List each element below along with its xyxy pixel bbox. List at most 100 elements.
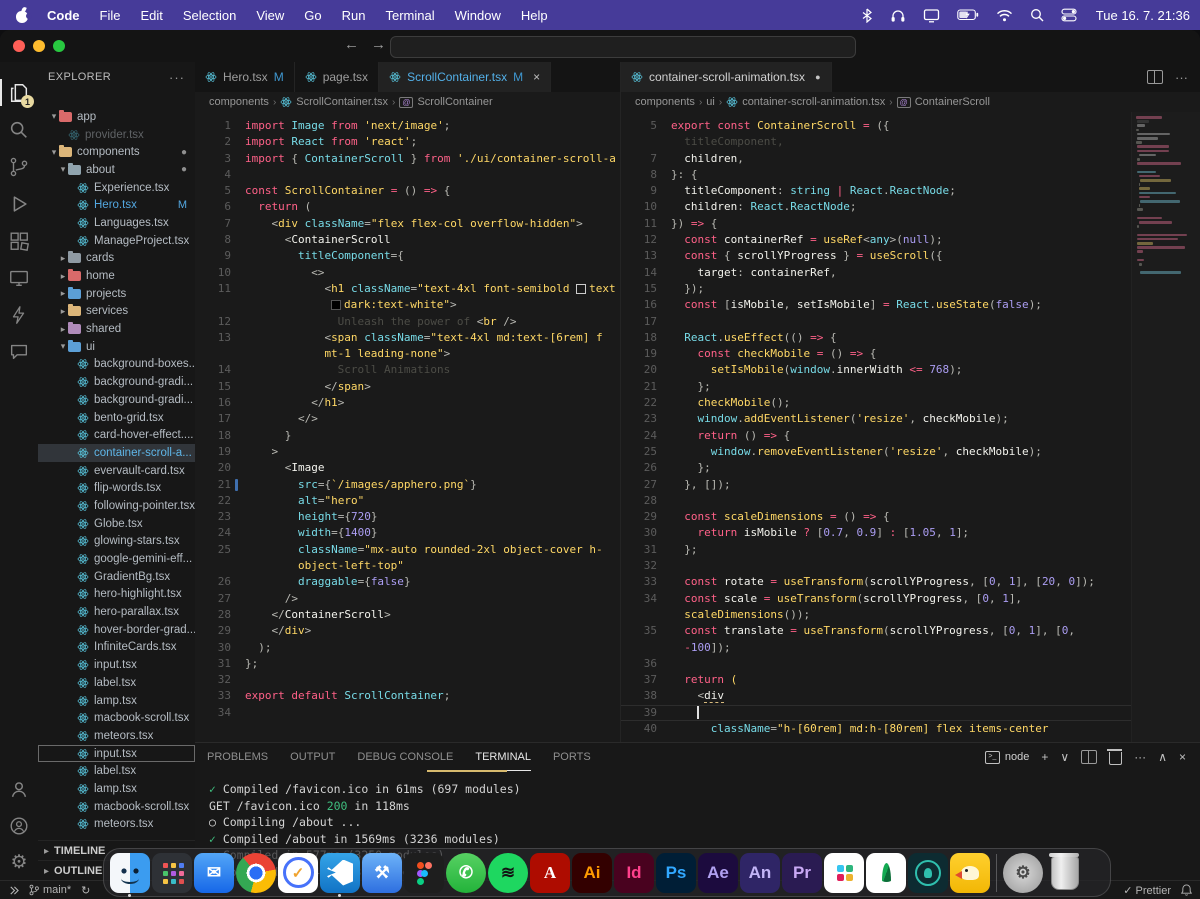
code-line[interactable]: 10children: React.ReactNode; <box>621 199 1132 215</box>
zoom-window-button[interactable] <box>53 40 65 52</box>
breadcrumb-item[interactable]: components <box>635 96 695 108</box>
panel-tab-ports[interactable]: PORTS <box>553 743 591 771</box>
dock-octopus-app-icon[interactable] <box>908 853 948 893</box>
titlebar[interactable]: ← → <box>0 30 1200 63</box>
code-line[interactable]: 32 <box>621 558 1132 574</box>
dock-finder-icon[interactable] <box>110 853 150 893</box>
headphones-icon[interactable] <box>890 8 906 23</box>
code-line[interactable]: 11}) => { <box>621 216 1132 232</box>
search-icon[interactable] <box>0 111 38 148</box>
menubar-clock[interactable]: Tue 16. 7. 21:36 <box>1096 8 1190 23</box>
code-line[interactable]: 16</h1> <box>195 395 620 411</box>
chat-icon[interactable] <box>0 333 38 370</box>
code-line[interactable]: 39 <box>621 705 1132 721</box>
code-line[interactable]: 31}; <box>621 542 1132 558</box>
code-line[interactable]: 26}; <box>621 460 1132 476</box>
code-line[interactable]: 29</div> <box>195 623 620 639</box>
sync-icon[interactable]: ↻ <box>81 884 90 897</box>
tree-folder-home[interactable]: ▸home <box>38 267 195 285</box>
code-line[interactable]: 10<> <box>195 265 620 281</box>
command-center-search[interactable] <box>390 36 856 58</box>
code-line[interactable]: 28</ContainerScroll> <box>195 607 620 623</box>
code-line[interactable]: titleComponent, <box>621 134 1132 150</box>
tab-hero.tsx[interactable]: Hero.tsxM <box>195 62 295 92</box>
tree-file-flip-words-tsx[interactable]: flip-words.tsx <box>38 479 195 497</box>
code-line[interactable]: 35const translate = useTransform(scrollY… <box>621 623 1132 639</box>
dock-acrobat-icon[interactable]: A <box>530 853 570 893</box>
code-line[interactable]: 22checkMobile(); <box>621 395 1132 411</box>
split-editor-icon[interactable] <box>1147 70 1163 84</box>
code-line[interactable]: 14target: containerRef, <box>621 265 1132 281</box>
dock-spotify-icon[interactable]: ≋ <box>488 853 528 893</box>
code-line[interactable]: 38<div <box>621 688 1132 704</box>
tree-file-label-tsx[interactable]: label.tsx <box>38 674 195 692</box>
breadcrumb-item[interactable]: ContainerScroll <box>915 96 990 108</box>
battery-icon[interactable] <box>957 9 979 21</box>
code-line[interactable]: 19const checkMobile = () => { <box>621 346 1132 362</box>
tree-file-google-gemini-eff-[interactable]: google-gemini-eff... <box>38 550 195 568</box>
dock-premiere-icon[interactable]: Pr <box>782 853 822 893</box>
code-line[interactable]: 1import Image from 'next/image'; <box>195 118 620 134</box>
code-line[interactable]: 32 <box>195 672 620 688</box>
tree-folder-app[interactable]: ▾app <box>38 108 195 126</box>
code-line[interactable]: 27}, []); <box>621 477 1132 493</box>
run-debug-icon[interactable] <box>0 185 38 222</box>
tree-folder-cards[interactable]: ▸cards <box>38 250 195 268</box>
tree-file-background-gradi-[interactable]: background-gradi... <box>38 391 195 409</box>
tree-file-glowing-stars-tsx[interactable]: glowing-stars.tsx <box>38 533 195 551</box>
code-line[interactable]: 12const containerRef = useRef<any>(null)… <box>621 232 1132 248</box>
dock-xcode-icon[interactable]: ⚒ <box>362 853 402 893</box>
explorer-more-icon[interactable]: ··· <box>169 70 185 85</box>
dock-vscode-icon[interactable] <box>320 853 360 893</box>
display-icon[interactable] <box>923 8 940 23</box>
prettier-status[interactable]: ✓ Prettier <box>1123 884 1171 897</box>
split-terminal-icon[interactable] <box>1081 750 1097 764</box>
tree-folder-ui[interactable]: ▾ui <box>38 338 195 356</box>
dock-figma-icon[interactable] <box>404 853 444 893</box>
tree-file-background-gradi-[interactable]: background-gradi... <box>38 373 195 391</box>
editor-more-icon[interactable]: ··· <box>1175 70 1188 85</box>
breadcrumb-item[interactable]: components <box>209 96 269 108</box>
tree-folder-projects[interactable]: ▸projects <box>38 285 195 303</box>
dock-indesign-icon[interactable]: Id <box>614 853 654 893</box>
code-line[interactable]: 40className="h-[60rem] md:h-[80rem] flex… <box>621 721 1132 737</box>
dock-animate-icon[interactable]: An <box>740 853 780 893</box>
code-line[interactable]: 5const ScrollContainer = () => { <box>195 183 620 199</box>
code-line[interactable]: 25window.removeEventListener('resize', c… <box>621 444 1132 460</box>
git-branch-item[interactable]: main* <box>29 884 71 896</box>
menu-run[interactable]: Run <box>332 8 376 23</box>
minimize-window-button[interactable] <box>33 40 45 52</box>
code-line[interactable]: 2import React from 'react'; <box>195 134 620 150</box>
remote-icon[interactable] <box>8 885 19 896</box>
tree-file-hero-parallax-tsx[interactable]: hero-parallax.tsx <box>38 603 195 621</box>
search-icon[interactable] <box>1030 8 1044 22</box>
code-line[interactable]: 34const scale = useTransform(scrollYProg… <box>621 591 1132 607</box>
extensions-icon[interactable] <box>0 222 38 259</box>
code-line[interactable]: 11<h1 className="text-4xl font-semibold … <box>195 281 620 297</box>
tree-folder-about[interactable]: ▾about● <box>38 161 195 179</box>
menu-edit[interactable]: Edit <box>130 8 172 23</box>
code-line[interactable]: 5export const ContainerScroll = ({ <box>621 118 1132 134</box>
nav-back-icon[interactable]: ← <box>344 36 359 53</box>
close-window-button[interactable] <box>13 40 25 52</box>
tree-file-manageproject-tsx[interactable]: ManageProject.tsx <box>38 232 195 250</box>
tree-file-macbook-scroll-tsx[interactable]: macbook-scroll.tsx <box>38 798 195 816</box>
account-icon[interactable] <box>0 770 38 807</box>
tree-file-background-boxes-[interactable]: background-boxes... <box>38 356 195 374</box>
breadcrumb-item[interactable]: ScrollContainer.tsx <box>296 96 388 108</box>
code-line[interactable]: 29const scaleDimensions = () => { <box>621 509 1132 525</box>
code-line[interactable]: 8}: { <box>621 167 1132 183</box>
code-line[interactable]: 7<div className="flex flex-col overflow-… <box>195 216 620 232</box>
tree-folder-services[interactable]: ▸services <box>38 303 195 321</box>
code-line[interactable]: mt-1 leading-none"> <box>195 346 620 362</box>
code-line[interactable]: 27/> <box>195 591 620 607</box>
menu-window[interactable]: Window <box>445 8 511 23</box>
tab-page.tsx[interactable]: page.tsx <box>295 62 379 92</box>
editor-scrollcontainer[interactable]: 1import Image from 'next/image';2import … <box>195 112 621 743</box>
menu-selection[interactable]: Selection <box>173 8 246 23</box>
dock-slack-icon[interactable] <box>824 853 864 893</box>
code-line[interactable]: 6return ( <box>195 199 620 215</box>
settings-gear-icon[interactable]: ⚙ <box>0 844 38 881</box>
code-line[interactable]: 9titleComponent={ <box>195 248 620 264</box>
panel-tab-debug-console[interactable]: DEBUG CONSOLE <box>357 743 453 771</box>
